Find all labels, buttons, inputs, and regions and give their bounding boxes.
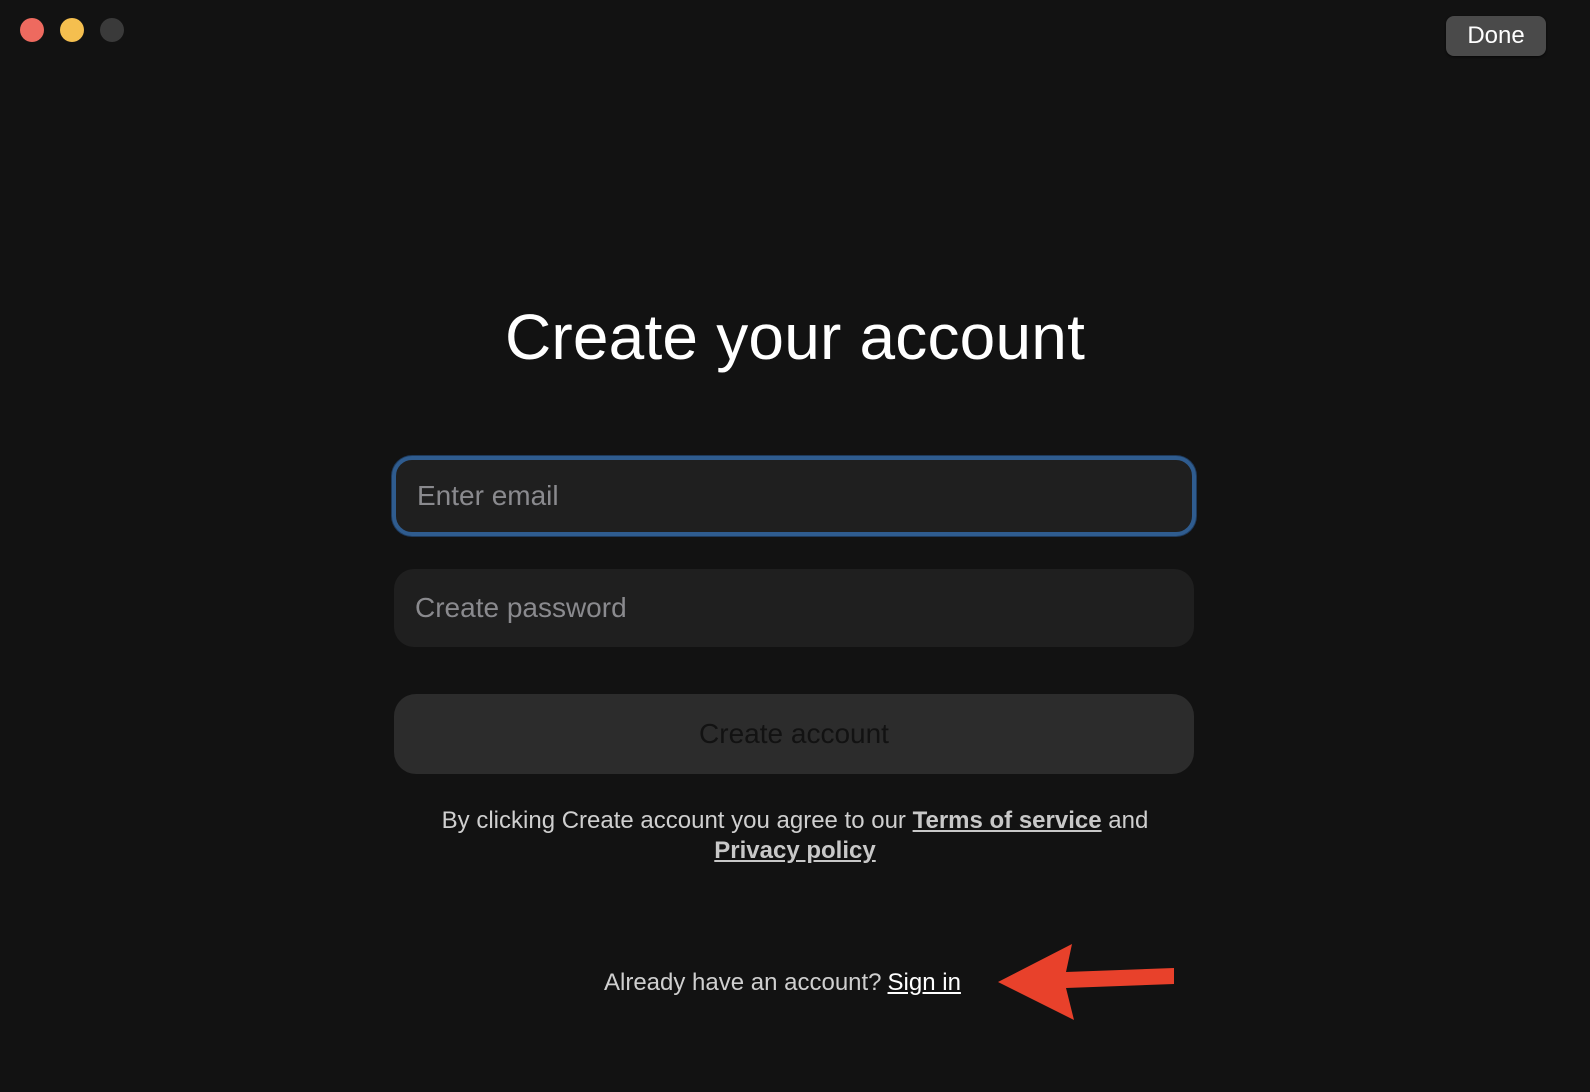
sign-in-link[interactable]: Sign in	[888, 969, 961, 996]
signin-prompt: Already have an account?	[604, 969, 882, 996]
legal-conjunction: and	[1108, 807, 1149, 834]
email-field[interactable]	[392, 456, 1196, 536]
minimize-window-button[interactable]	[60, 18, 84, 42]
done-button[interactable]: Done	[1446, 16, 1546, 56]
window-controls	[20, 18, 124, 42]
privacy-policy-link[interactable]: Privacy policy	[714, 837, 875, 864]
password-field[interactable]	[394, 569, 1194, 647]
page-title: Create your account	[504, 301, 1086, 373]
legal-prefix: By clicking Create account you agree to …	[441, 807, 906, 834]
left-arrow-icon	[998, 944, 1174, 1020]
app-window: Done Create your account Create account …	[0, 0, 1590, 1092]
close-window-button[interactable]	[20, 18, 44, 42]
legal-notice: By clicking Create account you agree to …	[0, 806, 1590, 866]
signin-prompt-row: Already have an account? Sign in	[604, 968, 961, 998]
create-account-button[interactable]: Create account	[394, 694, 1194, 774]
terms-of-service-link[interactable]: Terms of service	[913, 807, 1102, 834]
zoom-window-button[interactable]	[100, 18, 124, 42]
